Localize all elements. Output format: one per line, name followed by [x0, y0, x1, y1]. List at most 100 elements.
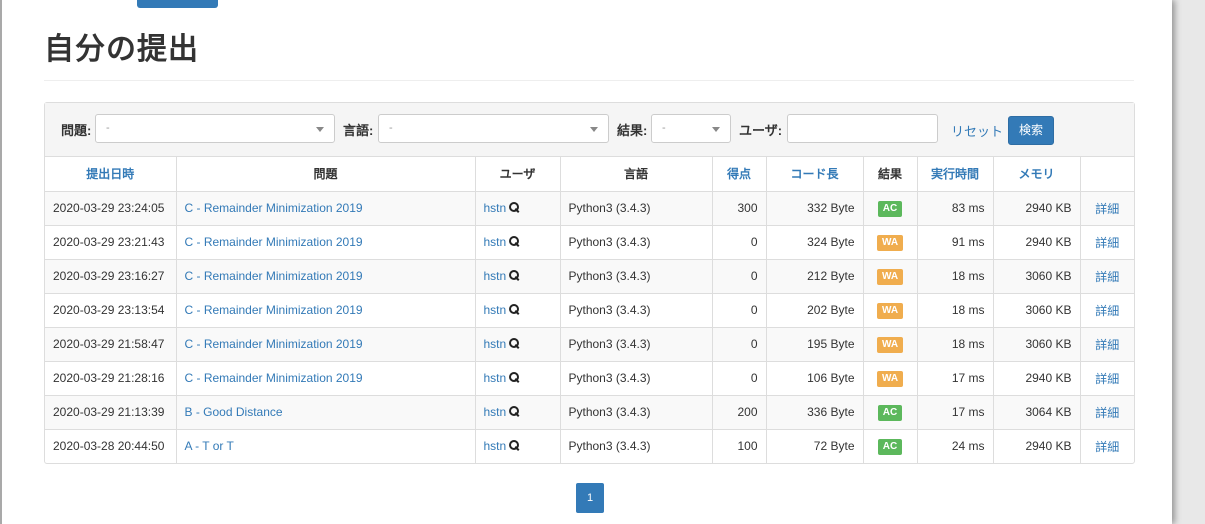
code-length-cell: 72 Byte: [766, 429, 864, 463]
pagination-page-1[interactable]: 1: [576, 483, 604, 513]
submit-time: 2020-03-29 23:21:43: [45, 225, 177, 260]
header-exec-time[interactable]: 実行時間: [917, 157, 994, 192]
language-cell: Python3 (3.4.3): [560, 361, 713, 396]
exec-time-cell: 18 ms: [917, 327, 994, 362]
filter-bar: 問題: - 言語: - 結果: - ユーザ: リセット 検索: [45, 103, 1134, 157]
search-icon[interactable]: [509, 236, 520, 247]
user-filter-input[interactable]: [787, 114, 938, 143]
table-row: 2020-03-29 23:24:05 C - Remainder Minimiz…: [45, 191, 1134, 226]
result-filter-select[interactable]: -: [651, 114, 731, 143]
score-cell: 300: [712, 191, 767, 226]
problem-filter-value: -: [106, 122, 110, 134]
result-badge: WA: [876, 336, 904, 353]
code-length-cell: 324 Byte: [766, 225, 864, 260]
submissions-table: 提出日時 問題 ユーザ 言語 得点 コード長 結果 実行時間 メモリ 2020-…: [45, 157, 1134, 463]
problem-filter-label: 問題:: [61, 123, 92, 138]
chevron-down-icon: [712, 127, 720, 132]
problem-link[interactable]: C - Remainder Minimization 2019: [185, 235, 363, 249]
table-row: 2020-03-29 23:21:43 C - Remainder Minimiz…: [45, 225, 1134, 260]
result-badge: WA: [876, 234, 904, 251]
code-length-cell: 336 Byte: [766, 395, 864, 430]
score-cell: 100: [712, 429, 767, 463]
code-length-cell: 332 Byte: [766, 191, 864, 226]
problem-link[interactable]: A - T or T: [185, 439, 234, 453]
title-divider: [44, 80, 1134, 81]
language-cell: Python3 (3.4.3): [560, 191, 713, 226]
search-icon[interactable]: [509, 406, 520, 417]
search-button[interactable]: 検索: [1008, 116, 1054, 145]
problem-link[interactable]: C - Remainder Minimization 2019: [185, 371, 363, 385]
header-submit-time[interactable]: 提出日時: [45, 157, 177, 192]
search-icon[interactable]: [509, 304, 520, 315]
user-link[interactable]: hstn: [484, 235, 507, 249]
exec-time-cell: 18 ms: [917, 259, 994, 294]
header-score[interactable]: 得点: [712, 157, 767, 192]
language-filter-label: 言語:: [343, 123, 374, 138]
search-icon[interactable]: [509, 372, 520, 383]
detail-link[interactable]: 詳細: [1095, 372, 1119, 386]
problem-link[interactable]: C - Remainder Minimization 2019: [185, 303, 363, 317]
result-badge: AC: [877, 404, 903, 421]
header-memory[interactable]: メモリ: [993, 157, 1081, 192]
code-length-cell: 106 Byte: [766, 361, 864, 396]
language-cell: Python3 (3.4.3): [560, 293, 713, 328]
language-filter-select[interactable]: -: [378, 114, 609, 143]
submit-time: 2020-03-29 23:16:27: [45, 259, 177, 294]
result-badge: WA: [876, 302, 904, 319]
problem-link[interactable]: C - Remainder Minimization 2019: [185, 337, 363, 351]
header-user: ユーザ: [475, 157, 561, 192]
detail-link[interactable]: 詳細: [1095, 304, 1119, 318]
page-container: 自分の提出 問題: - 言語: - 結果: - ユーザ: リセット 検索 提出日…: [0, 0, 1172, 524]
memory-cell: 3060 KB: [993, 259, 1081, 294]
user-link[interactable]: hstn: [484, 269, 507, 283]
top-nav-button[interactable]: [137, 0, 218, 8]
memory-cell: 2940 KB: [993, 225, 1081, 260]
user-link[interactable]: hstn: [484, 371, 507, 385]
detail-link[interactable]: 詳細: [1095, 270, 1119, 284]
detail-link[interactable]: 詳細: [1095, 440, 1119, 454]
page-title: 自分の提出: [44, 32, 199, 67]
language-cell: Python3 (3.4.3): [560, 327, 713, 362]
search-icon[interactable]: [509, 338, 520, 349]
chevron-down-icon: [590, 127, 598, 132]
chevron-down-icon: [316, 127, 324, 132]
user-link[interactable]: hstn: [484, 201, 507, 215]
table-row: 2020-03-29 23:13:54 C - Remainder Minimiz…: [45, 293, 1134, 328]
header-code-length[interactable]: コード長: [766, 157, 864, 192]
submit-time: 2020-03-29 21:28:16: [45, 361, 177, 396]
problem-link[interactable]: B - Good Distance: [185, 405, 283, 419]
problem-filter-select[interactable]: -: [95, 114, 335, 143]
submissions-panel: 問題: - 言語: - 結果: - ユーザ: リセット 検索 提出日時 問題 ユ…: [44, 102, 1135, 464]
result-filter-value: -: [662, 122, 666, 134]
search-icon[interactable]: [509, 270, 520, 281]
submit-time: 2020-03-28 20:44:50: [45, 429, 177, 463]
code-length-cell: 202 Byte: [766, 293, 864, 328]
memory-cell: 2940 KB: [993, 361, 1081, 396]
exec-time-cell: 91 ms: [917, 225, 994, 260]
exec-time-cell: 83 ms: [917, 191, 994, 226]
submit-time: 2020-03-29 21:58:47: [45, 327, 177, 362]
score-cell: 0: [712, 225, 767, 260]
search-icon[interactable]: [509, 440, 520, 451]
header-language: 言語: [560, 157, 713, 192]
exec-time-cell: 18 ms: [917, 293, 994, 328]
exec-time-cell: 17 ms: [917, 395, 994, 430]
user-link[interactable]: hstn: [484, 337, 507, 351]
detail-link[interactable]: 詳細: [1095, 338, 1119, 352]
reset-link[interactable]: リセット: [951, 121, 1003, 140]
problem-link[interactable]: C - Remainder Minimization 2019: [185, 201, 363, 215]
submit-time: 2020-03-29 23:13:54: [45, 293, 177, 328]
result-badge: WA: [876, 268, 904, 285]
score-cell: 200: [712, 395, 767, 430]
score-cell: 0: [712, 259, 767, 294]
problem-link[interactable]: C - Remainder Minimization 2019: [185, 269, 363, 283]
detail-link[interactable]: 詳細: [1095, 202, 1119, 216]
table-header-row: 提出日時 問題 ユーザ 言語 得点 コード長 結果 実行時間 メモリ: [45, 157, 1134, 192]
detail-link[interactable]: 詳細: [1095, 236, 1119, 250]
result-badge: AC: [877, 438, 903, 455]
user-link[interactable]: hstn: [484, 405, 507, 419]
user-link[interactable]: hstn: [484, 439, 507, 453]
user-link[interactable]: hstn: [484, 303, 507, 317]
search-icon[interactable]: [509, 202, 520, 213]
detail-link[interactable]: 詳細: [1095, 406, 1119, 420]
